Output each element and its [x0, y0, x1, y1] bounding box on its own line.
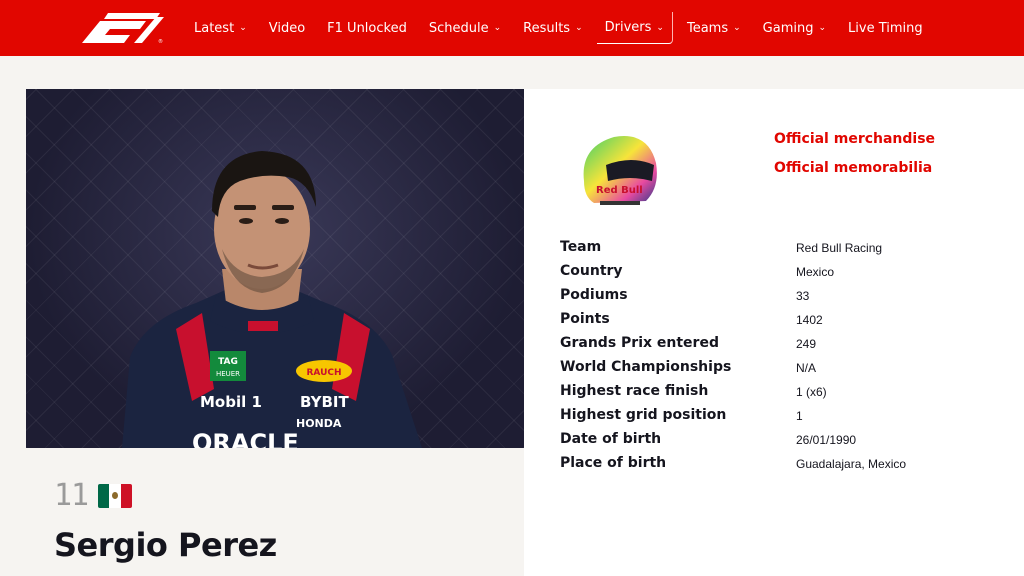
chevron-down-icon: ⌄ — [656, 22, 664, 33]
nav-item-drivers[interactable]: Drivers ⌄ — [596, 12, 673, 44]
stat-label: World Championships — [560, 359, 732, 375]
nav-item-label: Schedule — [428, 20, 489, 36]
stat-row: Points 1402 — [560, 311, 1000, 331]
stat-row: Highest grid position 1 — [560, 407, 1000, 427]
nav-menu: Latest ⌄ Video F1 Unlocked Schedule ⌄ Results ⌄… — [186, 0, 937, 56]
svg-text:ORACLE: ORACLE — [192, 429, 299, 448]
nav-item-label: F1 Unlocked — [327, 20, 407, 36]
driver-header: 11 Sergio Perez — [26, 448, 524, 576]
mobil-logo: Mobil 1 — [200, 393, 262, 411]
chevron-down-icon: ⌄ — [818, 23, 827, 33]
helmet-image[interactable]: Red Bull — [576, 125, 662, 211]
svg-text:HEUER: HEUER — [216, 370, 240, 378]
stat-label: Country — [560, 263, 623, 279]
stat-label: Points — [560, 311, 610, 327]
svg-text:BYBIT: BYBIT — [300, 393, 349, 411]
nav-item-video[interactable]: Video — [261, 12, 313, 44]
driver-name: Sergio Perez — [54, 526, 277, 564]
official-memorabilia-link[interactable]: Official memorabilia — [774, 160, 932, 176]
svg-text:RAUCH: RAUCH — [306, 368, 341, 378]
nav-item-label: Video — [268, 20, 306, 36]
stat-value: 33 — [796, 289, 810, 303]
stat-value: Red Bull Racing — [796, 241, 883, 255]
mexico-flag-icon — [98, 484, 132, 508]
top-navigation: ® Latest ⌄ Video F1 Unlocked Schedule ⌄ Result… — [0, 0, 1024, 56]
driver-info-panel: Red Bull Official merchandise Official m… — [524, 89, 1024, 576]
chevron-down-icon: ⌄ — [575, 23, 583, 33]
chevron-down-icon: ⌄ — [493, 23, 502, 33]
nav-item-label: Results — [523, 20, 571, 36]
stat-label: Grands Prix entered — [560, 335, 719, 351]
svg-text:®: ® — [158, 38, 163, 43]
stat-value: 1402 — [796, 313, 823, 327]
stat-row: Team Red Bull Racing — [560, 239, 1000, 259]
stat-value: 1 (x6) — [796, 385, 827, 399]
stat-row: World Championships N/A — [560, 359, 1000, 379]
nav-item-label: Gaming — [762, 20, 814, 36]
nav-item-gaming[interactable]: Gaming ⌄ — [755, 12, 834, 44]
stat-label: Highest grid position — [560, 407, 727, 423]
nav-item-live-timing[interactable]: Live Timing — [840, 12, 931, 44]
stat-value: 249 — [796, 337, 817, 351]
driver-number: 11 — [54, 478, 89, 513]
svg-text:Red Bull: Red Bull — [596, 185, 643, 196]
nav-item-teams[interactable]: Teams ⌄ — [679, 12, 749, 44]
chevron-down-icon: ⌄ — [239, 23, 247, 33]
nav-item-label: Live Timing — [848, 20, 923, 36]
driver-photo: TAG HEUER Mobil 1 RAUCH BYBIT HONDA ORAC… — [26, 89, 524, 448]
nav-item-label: Latest — [194, 20, 235, 36]
driver-portrait-image: TAG HEUER Mobil 1 RAUCH BYBIT HONDA ORAC… — [122, 151, 422, 448]
stat-row: Date of birth 26/01/1990 — [560, 431, 1000, 451]
stat-value: N/A — [796, 361, 817, 375]
stat-label: Place of birth — [560, 455, 667, 471]
stat-value: Mexico — [796, 265, 835, 279]
nav-item-latest[interactable]: Latest ⌄ — [186, 12, 255, 44]
stat-value: 26/01/1990 — [796, 433, 857, 447]
svg-text:TAG: TAG — [218, 357, 238, 367]
stat-row: Grands Prix entered 249 — [560, 335, 1000, 355]
nav-item-results[interactable]: Results ⌄ — [515, 12, 591, 44]
stat-value: Guadalajara, Mexico — [796, 457, 907, 471]
stat-row: Podiums 33 — [560, 287, 1000, 307]
nav-item-schedule[interactable]: Schedule ⌄ — [421, 12, 509, 44]
f1-logo[interactable]: ® — [74, 13, 164, 43]
stat-label: Highest race finish — [560, 383, 709, 399]
nav-item-label: Drivers — [604, 20, 652, 35]
stat-value: 1 — [796, 409, 803, 423]
stat-row: Highest race finish 1 (x6) — [560, 383, 1000, 403]
stat-label: Podiums — [560, 287, 628, 303]
stat-label: Team — [560, 239, 602, 255]
nav-item-f1-unlocked[interactable]: F1 Unlocked — [319, 12, 415, 44]
chevron-down-icon: ⌄ — [733, 23, 741, 33]
stat-row: Country Mexico — [560, 263, 1000, 283]
stat-label: Date of birth — [560, 431, 662, 447]
svg-text:HONDA: HONDA — [296, 417, 342, 430]
official-merchandise-link[interactable]: Official merchandise — [774, 131, 935, 147]
stat-row: Place of birth Guadalajara, Mexico — [560, 455, 1000, 475]
nav-item-label: Teams — [686, 20, 729, 36]
